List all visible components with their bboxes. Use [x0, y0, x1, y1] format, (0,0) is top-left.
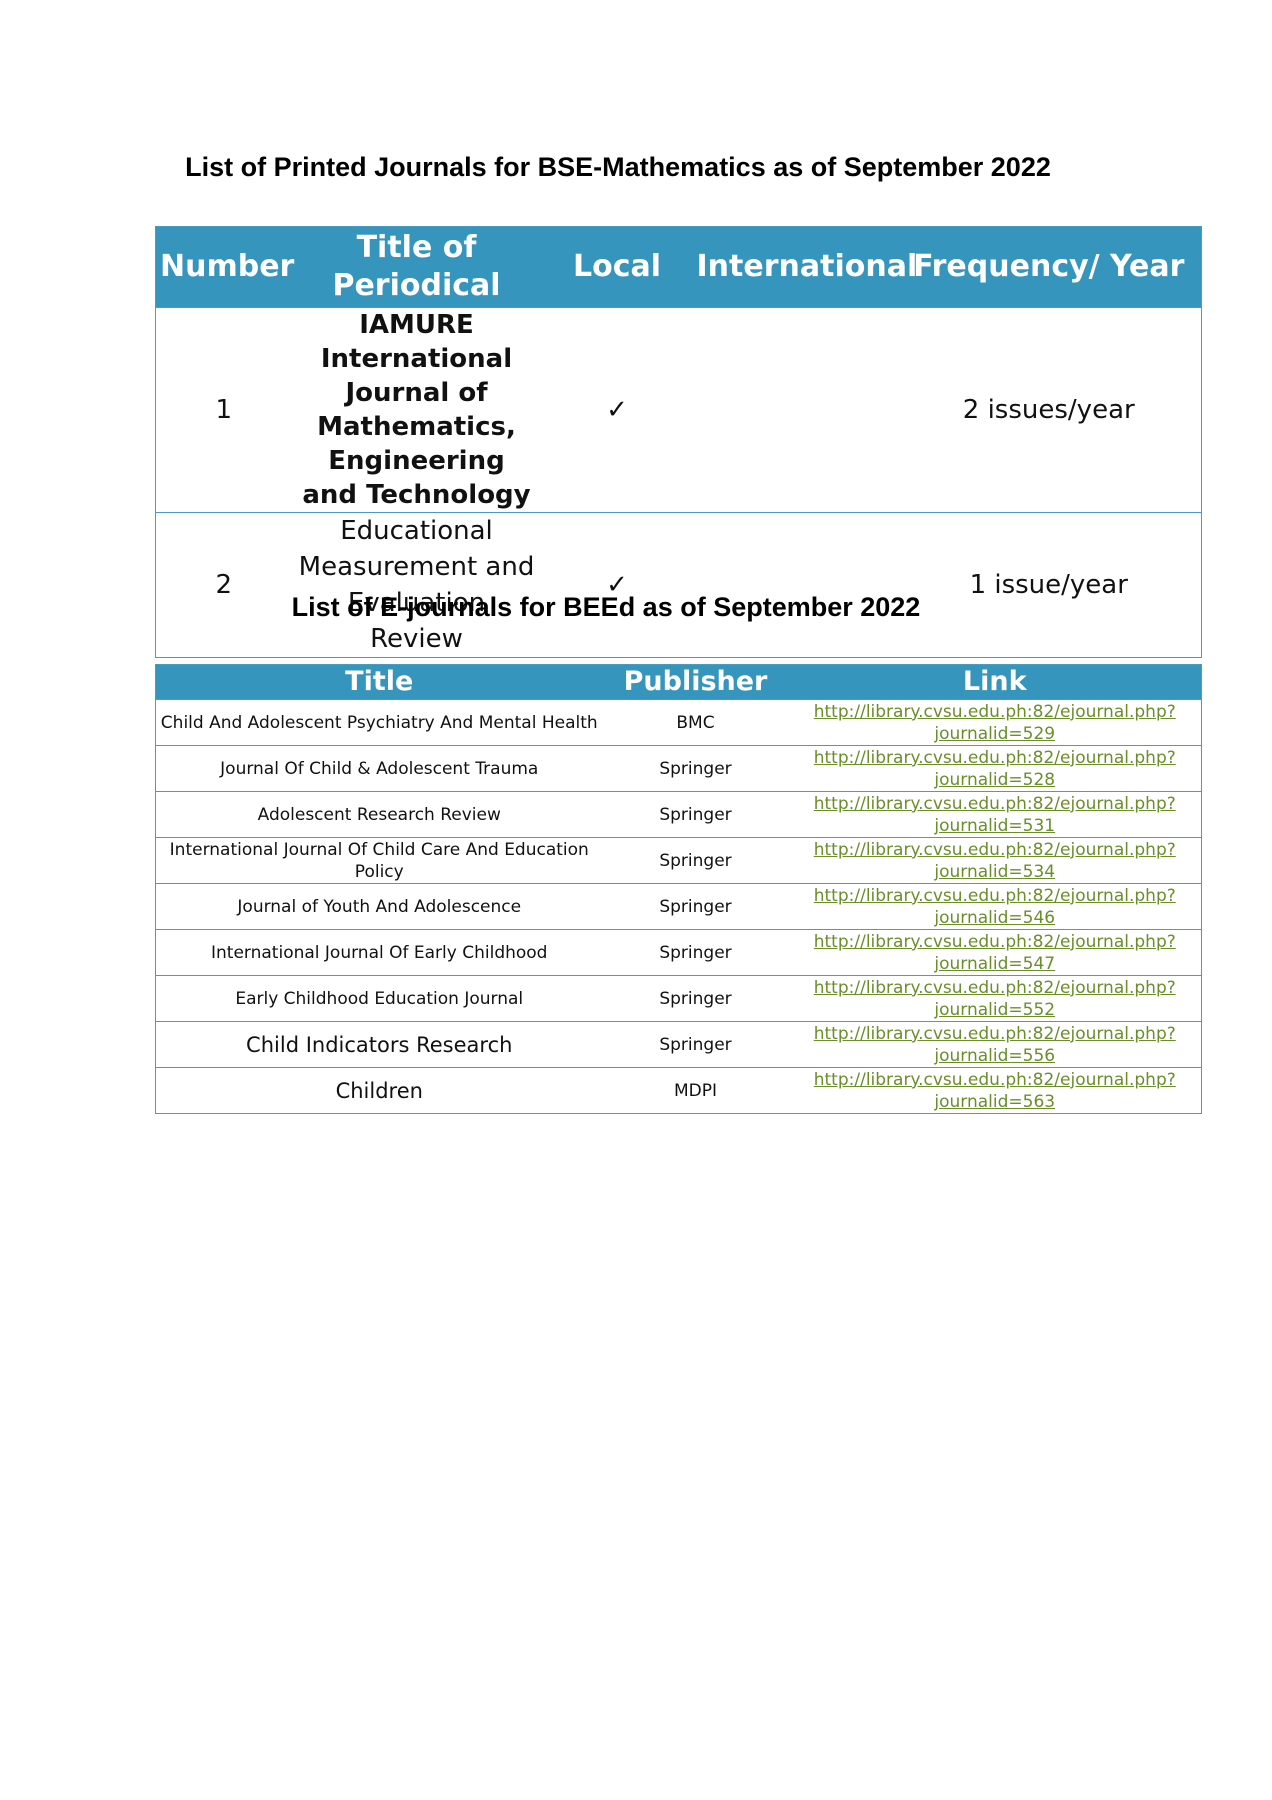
- column-header-number: Number: [155, 226, 294, 308]
- column-header-frequency: Frequency/ Year: [896, 226, 1202, 308]
- row-number: 1: [155, 307, 292, 513]
- table-row: Children MDPI http://library.cvsu.edu.ph…: [155, 1067, 1202, 1114]
- journal-title: Journal of Youth And Adolescence: [155, 883, 603, 930]
- journal-publisher: Springer: [602, 837, 789, 884]
- periodical-title: Educational Measurement and Evaluation R…: [291, 512, 542, 658]
- column-header-local: Local: [541, 226, 693, 308]
- column-header-international: International: [692, 226, 917, 308]
- ejournals-table: Title Publisher Link Child And Adolescen…: [155, 664, 1202, 1114]
- journal-publisher: Springer: [602, 745, 789, 792]
- row-number: 2: [155, 512, 292, 658]
- journal-link[interactable]: http://library.cvsu.edu.ph:82/ejournal.p…: [788, 791, 1202, 838]
- frequency-cell: 2 issues/year: [896, 307, 1202, 513]
- printed-journals-title: List of Printed Journals for BSE-Mathema…: [185, 152, 1051, 182]
- table-row: Journal Of Child & Adolescent Trauma Spr…: [155, 745, 1202, 792]
- journal-title: Adolescent Research Review: [155, 791, 603, 838]
- journal-publisher: Springer: [602, 883, 789, 930]
- table-row: Early Childhood Education Journal Spring…: [155, 975, 1202, 1022]
- column-header-link: Link: [788, 664, 1202, 700]
- table-row: Child Indicators Research Springer http:…: [155, 1021, 1202, 1068]
- journal-link[interactable]: http://library.cvsu.edu.ph:82/ejournal.p…: [788, 745, 1202, 792]
- periodical-title: IAMURE International Journal of Mathemat…: [291, 307, 542, 513]
- journal-publisher: BMC: [602, 699, 789, 746]
- table-row: 2 Educational Measurement and Evaluation…: [155, 512, 1202, 658]
- journal-link[interactable]: http://library.cvsu.edu.ph:82/ejournal.p…: [788, 929, 1202, 976]
- table-row: International Journal Of Child Care And …: [155, 837, 1202, 884]
- journal-title: International Journal Of Child Care And …: [155, 837, 603, 884]
- table-row: Journal of Youth And Adolescence Springe…: [155, 883, 1202, 930]
- local-checkmark-icon: ✓: [541, 307, 693, 513]
- table-header-row: Number Title of Periodical Local Interna…: [155, 226, 1202, 308]
- frequency-cell: 1 issue/year: [896, 512, 1202, 658]
- column-header-title: Title of Periodical: [291, 226, 542, 308]
- journal-link[interactable]: http://library.cvsu.edu.ph:82/ejournal.p…: [788, 1067, 1202, 1114]
- journal-link[interactable]: http://library.cvsu.edu.ph:82/ejournal.p…: [788, 699, 1202, 746]
- journal-publisher: Springer: [602, 975, 789, 1022]
- ejournals-title: List of E-journals for BEEd as of Septem…: [291, 592, 921, 622]
- journal-link[interactable]: http://library.cvsu.edu.ph:82/ejournal.p…: [788, 883, 1202, 930]
- journal-publisher: Springer: [602, 929, 789, 976]
- table-row: Adolescent Research Review Springer http…: [155, 791, 1202, 838]
- journal-publisher: MDPI: [602, 1067, 789, 1114]
- journal-title: International Journal Of Early Childhood: [155, 929, 603, 976]
- local-checkmark-icon: ✓: [541, 512, 693, 658]
- table-row: 1 IAMURE International Journal of Mathem…: [155, 307, 1202, 513]
- journal-link[interactable]: http://library.cvsu.edu.ph:82/ejournal.p…: [788, 837, 1202, 884]
- journal-title: Child Indicators Research: [155, 1021, 603, 1068]
- international-cell: [692, 512, 897, 658]
- journal-publisher: Springer: [602, 791, 789, 838]
- table-header-row: Title Publisher Link: [155, 664, 1202, 700]
- column-header-title: Title: [155, 664, 603, 700]
- journal-title: Children: [155, 1067, 603, 1114]
- column-header-publisher: Publisher: [602, 664, 789, 700]
- journal-title: Early Childhood Education Journal: [155, 975, 603, 1022]
- international-cell: [692, 307, 897, 513]
- journal-title: Child And Adolescent Psychiatry And Ment…: [155, 699, 603, 746]
- journal-title: Journal Of Child & Adolescent Trauma: [155, 745, 603, 792]
- table-row: Child And Adolescent Psychiatry And Ment…: [155, 699, 1202, 746]
- table-row: International Journal Of Early Childhood…: [155, 929, 1202, 976]
- journal-link[interactable]: http://library.cvsu.edu.ph:82/ejournal.p…: [788, 975, 1202, 1022]
- journal-link[interactable]: http://library.cvsu.edu.ph:82/ejournal.p…: [788, 1021, 1202, 1068]
- journal-publisher: Springer: [602, 1021, 789, 1068]
